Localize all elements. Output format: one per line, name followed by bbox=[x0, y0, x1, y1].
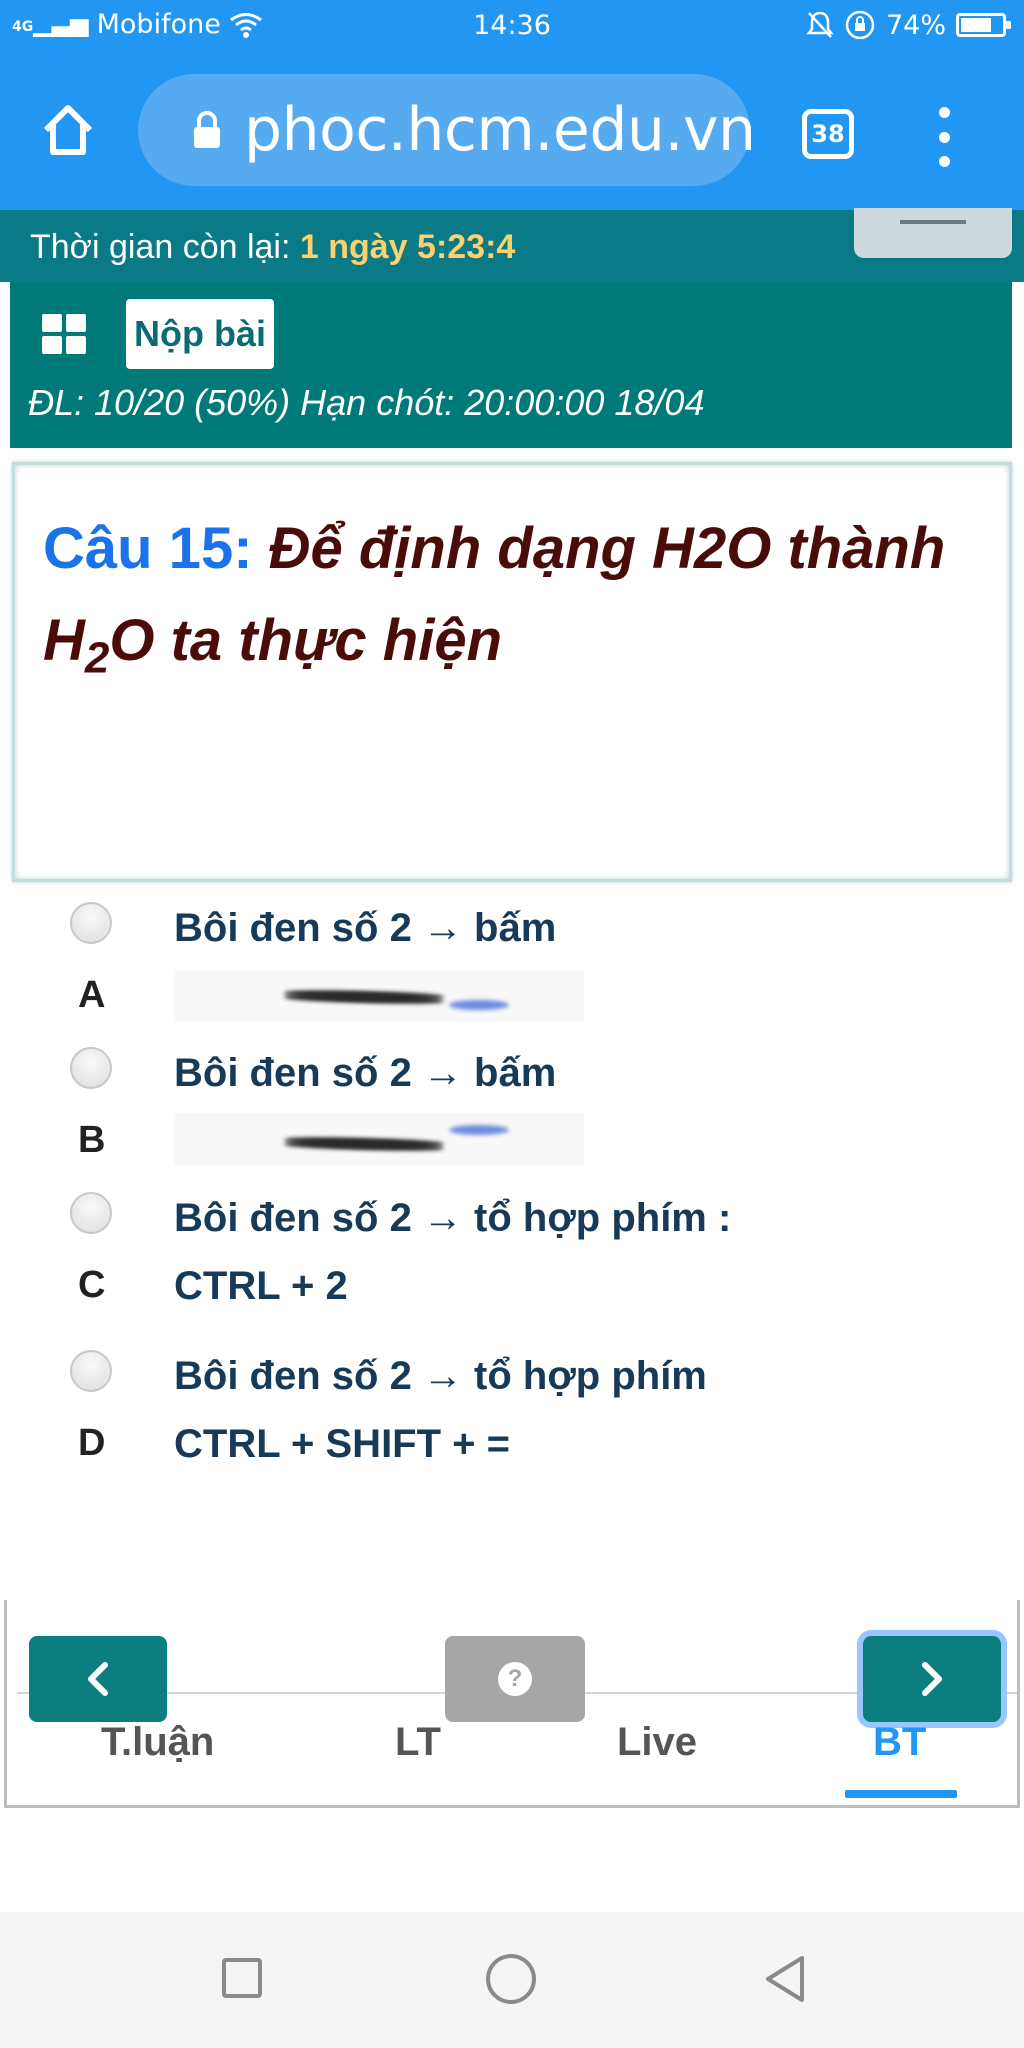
battery-percent: 74% bbox=[885, 9, 946, 41]
chevron-right-icon bbox=[922, 1662, 942, 1696]
status-bar: 4G▁▃▅ Mobifone 14:36 74% bbox=[0, 0, 1024, 52]
answer-text-line2: CTRL + SHIFT + = bbox=[174, 1422, 510, 1466]
browser-toolbar: phoc.hcm.edu.vn 38 bbox=[0, 52, 1024, 210]
submit-bar: Nộp bài ĐL: 10/20 (50%) Hạn chót: 20:00:… bbox=[10, 282, 1012, 448]
tab-count: 38 bbox=[811, 120, 845, 148]
system-navigation-bar bbox=[0, 1912, 1024, 2048]
tab-tluan[interactable]: T.luận bbox=[101, 1720, 214, 1765]
tab-live[interactable]: Live bbox=[617, 1720, 697, 1765]
home-button[interactable] bbox=[38, 100, 98, 160]
bottom-panel: ? T.luận LT Live BT bbox=[4, 1600, 1020, 1808]
menu-dot bbox=[938, 131, 950, 143]
answer-text: Bôi đen số 2 → tổ hợp phím bbox=[174, 1354, 707, 1398]
tab-switcher-button[interactable]: 38 bbox=[802, 109, 854, 159]
tab-lt[interactable]: LT bbox=[395, 1720, 441, 1765]
answer-text: Bôi đen số 2 → bấm bbox=[174, 1051, 557, 1095]
home-icon bbox=[43, 105, 93, 155]
overflow-menu-button[interactable] bbox=[930, 107, 958, 167]
address-bar[interactable]: phoc.hcm.edu.vn bbox=[138, 74, 756, 186]
battery-fill bbox=[961, 18, 991, 32]
time-remaining: Thời gian còn lại: 1 ngày 5:23:4 bbox=[30, 228, 515, 267]
answer-text: Bôi đen số 2 → tổ hợp phím : bbox=[174, 1196, 732, 1240]
time-remaining-value: 1 ngày 5:23:4 bbox=[299, 228, 516, 266]
back-triangle-icon[interactable] bbox=[762, 1954, 808, 2004]
next-question-button[interactable] bbox=[863, 1636, 1001, 1722]
url-text: phoc.hcm.edu.vn bbox=[244, 95, 756, 165]
active-tab-indicator bbox=[845, 1790, 957, 1798]
answer-letter: B bbox=[78, 1119, 106, 1161]
radio-button[interactable] bbox=[70, 902, 112, 944]
battery-icon bbox=[956, 13, 1011, 37]
lock-icon bbox=[190, 110, 224, 150]
answer-text: Bôi đen số 2 → bấm bbox=[174, 906, 557, 950]
rotation-lock-icon bbox=[845, 10, 875, 40]
menu-dot bbox=[938, 107, 950, 118]
answer-letter: A bbox=[78, 974, 106, 1016]
menu-dot bbox=[938, 156, 950, 167]
timer-bar: Thời gian còn lại: 1 ngày 5:23:4 bbox=[0, 208, 1024, 282]
radio-button[interactable] bbox=[70, 1350, 112, 1392]
score-deadline: ĐL: 10/20 (50%) Hạn chót: 20:00:00 18/04 bbox=[28, 382, 705, 423]
question-number: Câu 15: bbox=[43, 516, 253, 581]
status-right: 74% bbox=[806, 9, 1011, 41]
help-button[interactable]: ? bbox=[445, 1636, 585, 1722]
home-circle-icon[interactable] bbox=[486, 1954, 536, 2004]
question-card: Câu 15: Để định dạng H2O thành H2O ta th… bbox=[12, 462, 1012, 882]
time-remaining-label: Thời gian còn lại: bbox=[30, 228, 300, 266]
question-mark-icon: ? bbox=[498, 1662, 532, 1696]
mute-bell-icon bbox=[806, 11, 834, 38]
superscript-button-image bbox=[174, 1113, 584, 1165]
answer-letter: C bbox=[78, 1264, 106, 1306]
subscript-button-image bbox=[174, 970, 584, 1022]
tab-bt[interactable]: BT bbox=[873, 1720, 926, 1765]
question-grid-icon[interactable] bbox=[42, 314, 86, 354]
radio-button[interactable] bbox=[70, 1047, 112, 1089]
answer-letter: D bbox=[78, 1422, 106, 1464]
submit-button[interactable]: Nộp bài bbox=[126, 299, 274, 369]
chevron-left-icon bbox=[88, 1662, 108, 1696]
radio-button[interactable] bbox=[70, 1192, 112, 1234]
recent-apps-icon[interactable] bbox=[222, 1958, 262, 1998]
question-text: Câu 15: Để định dạng H2O thành H2O ta th… bbox=[43, 503, 1003, 705]
minimize-button[interactable] bbox=[854, 208, 1012, 258]
answer-text-line2: CTRL + 2 bbox=[174, 1264, 348, 1308]
previous-question-button[interactable] bbox=[29, 1636, 167, 1722]
